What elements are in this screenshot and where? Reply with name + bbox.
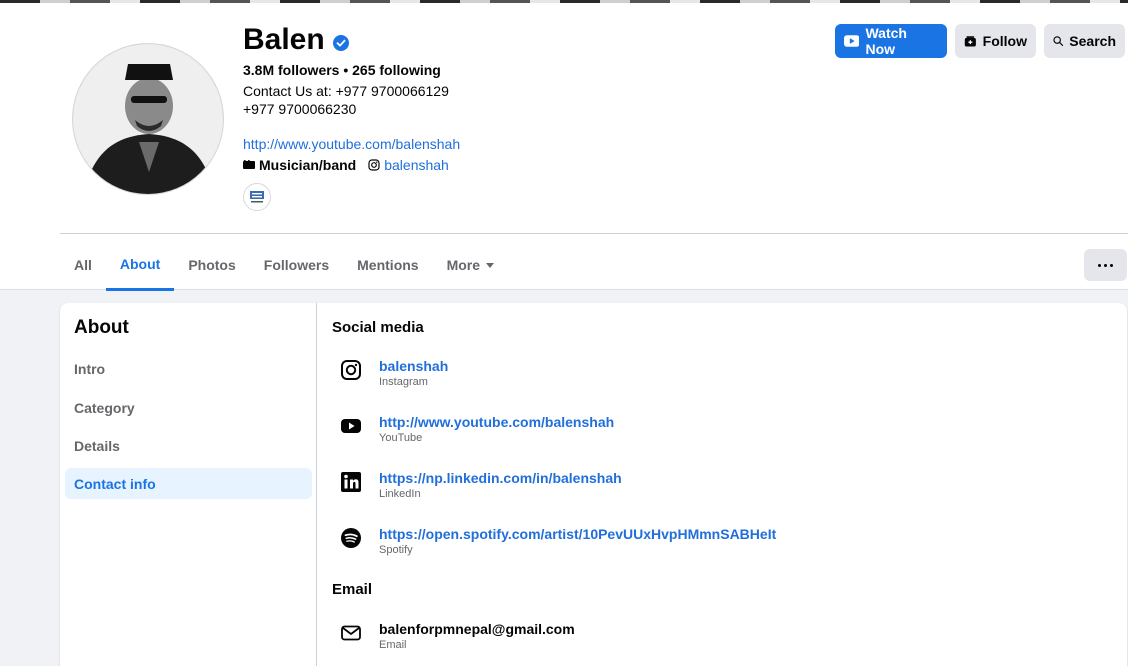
verified-badge-icon xyxy=(332,35,349,51)
website-link[interactable]: http://www.youtube.com/balenshah xyxy=(243,136,460,152)
about-sidebar: About Intro Category Details Contact inf… xyxy=(60,303,317,666)
about-card: About Intro Category Details Contact inf… xyxy=(60,303,1127,666)
instagram-small-icon xyxy=(368,159,380,171)
linked-page-icon xyxy=(250,191,264,203)
contact-info-panel: Social media balenshah Instagram http://… xyxy=(332,303,1112,666)
about-nav-contact-info[interactable]: Contact info xyxy=(65,468,312,499)
nav-label: Contact info xyxy=(74,475,156,492)
linkedin-link[interactable]: https://np.linkedin.com/in/balenshah xyxy=(379,470,622,487)
social-entry-instagram: balenshah Instagram xyxy=(340,358,448,388)
tab-label: Followers xyxy=(263,257,330,273)
category-row: Musician/band balenshah xyxy=(243,157,449,173)
search-label: Search xyxy=(1069,33,1116,49)
category-label: Musician/band xyxy=(259,157,357,173)
bio-line: +977 9700066230 xyxy=(243,101,357,117)
tab-all[interactable]: All xyxy=(60,239,106,291)
caret-down-icon xyxy=(486,262,495,268)
email-entry: balenforpmnepal@gmail.com Email xyxy=(340,621,575,651)
tab-about[interactable]: About xyxy=(105,239,175,291)
nav-label: Details xyxy=(74,437,120,454)
social-entry-spotify: https://open.spotify.com/artist/10PevUUx… xyxy=(340,526,776,556)
watch-now-button[interactable]: Watch Now xyxy=(835,24,947,58)
spotify-icon xyxy=(341,528,361,548)
follow-button[interactable]: Follow xyxy=(955,24,1036,58)
about-nav-details[interactable]: Details xyxy=(65,430,312,461)
entry-type: Spotify xyxy=(379,544,413,556)
profile-bio: Contact Us at: +977 9700066129 +977 9700… xyxy=(243,82,449,118)
more-options-button[interactable] xyxy=(1084,249,1127,281)
header-divider xyxy=(60,233,1128,234)
bio-line: Contact Us at: +977 9700066129 xyxy=(243,83,449,99)
youtube-link[interactable]: http://www.youtube.com/balenshah xyxy=(379,414,614,431)
dot xyxy=(1110,263,1113,267)
social-media-title: Social media xyxy=(332,319,424,336)
instagram-handle-link[interactable]: balenshah xyxy=(384,157,449,173)
follow-label: Follow xyxy=(982,33,1027,49)
tab-label: All xyxy=(74,257,92,273)
tab-more[interactable]: More xyxy=(433,239,508,291)
entry-type: YouTube xyxy=(379,432,423,444)
entry-type: LinkedIn xyxy=(379,488,421,500)
profile-name: Balen xyxy=(243,23,325,56)
email-title: Email xyxy=(332,581,373,598)
nav-label: Category xyxy=(74,399,135,416)
email-address[interactable]: balenforpmnepal@gmail.com xyxy=(379,621,575,638)
tab-label: More xyxy=(446,257,481,273)
entry-type: Instagram xyxy=(379,376,428,388)
nav-label: Intro xyxy=(74,360,106,377)
tab-label: Mentions xyxy=(357,257,419,273)
instagram-icon xyxy=(341,360,361,380)
dot xyxy=(1104,263,1107,267)
profile-avatar[interactable] xyxy=(72,43,224,195)
follower-stats[interactable]: 3.8M followers • 265 following xyxy=(243,62,441,78)
search-icon xyxy=(1053,36,1064,47)
dot xyxy=(1098,263,1101,267)
social-entry-linkedin: https://np.linkedin.com/in/balenshah Lin… xyxy=(340,470,622,500)
youtube-icon xyxy=(341,419,361,433)
tab-followers[interactable]: Followers xyxy=(250,239,343,291)
search-button[interactable]: Search xyxy=(1044,24,1125,58)
tab-label: Photos xyxy=(188,257,236,273)
watch-now-label: Watch Now xyxy=(865,25,907,57)
entry-type: Email xyxy=(379,639,407,651)
about-nav-intro[interactable]: Intro xyxy=(65,353,312,384)
social-entry-youtube: http://www.youtube.com/balenshah YouTube xyxy=(340,414,614,444)
follow-icon xyxy=(964,36,976,47)
category-icon xyxy=(243,160,255,169)
tab-photos[interactable]: Photos xyxy=(174,239,249,291)
profile-header: Balen 3.8M followers • 265 following Con… xyxy=(0,3,1128,293)
about-nav-category[interactable]: Category xyxy=(65,392,312,423)
about-heading: About xyxy=(74,317,129,338)
avatar-photo xyxy=(73,44,223,194)
envelope-icon xyxy=(341,625,361,641)
tab-mentions[interactable]: Mentions xyxy=(343,239,432,291)
instagram-link[interactable]: balenshah xyxy=(379,358,448,375)
tab-label: About xyxy=(119,255,161,272)
profile-tabs: All About Photos Followers Mentions More xyxy=(60,239,508,293)
play-icon xyxy=(844,35,860,47)
linkedin-icon xyxy=(341,472,361,492)
spotify-link[interactable]: https://open.spotify.com/artist/10PevUUx… xyxy=(379,526,776,543)
linked-page-badge[interactable] xyxy=(243,183,271,211)
